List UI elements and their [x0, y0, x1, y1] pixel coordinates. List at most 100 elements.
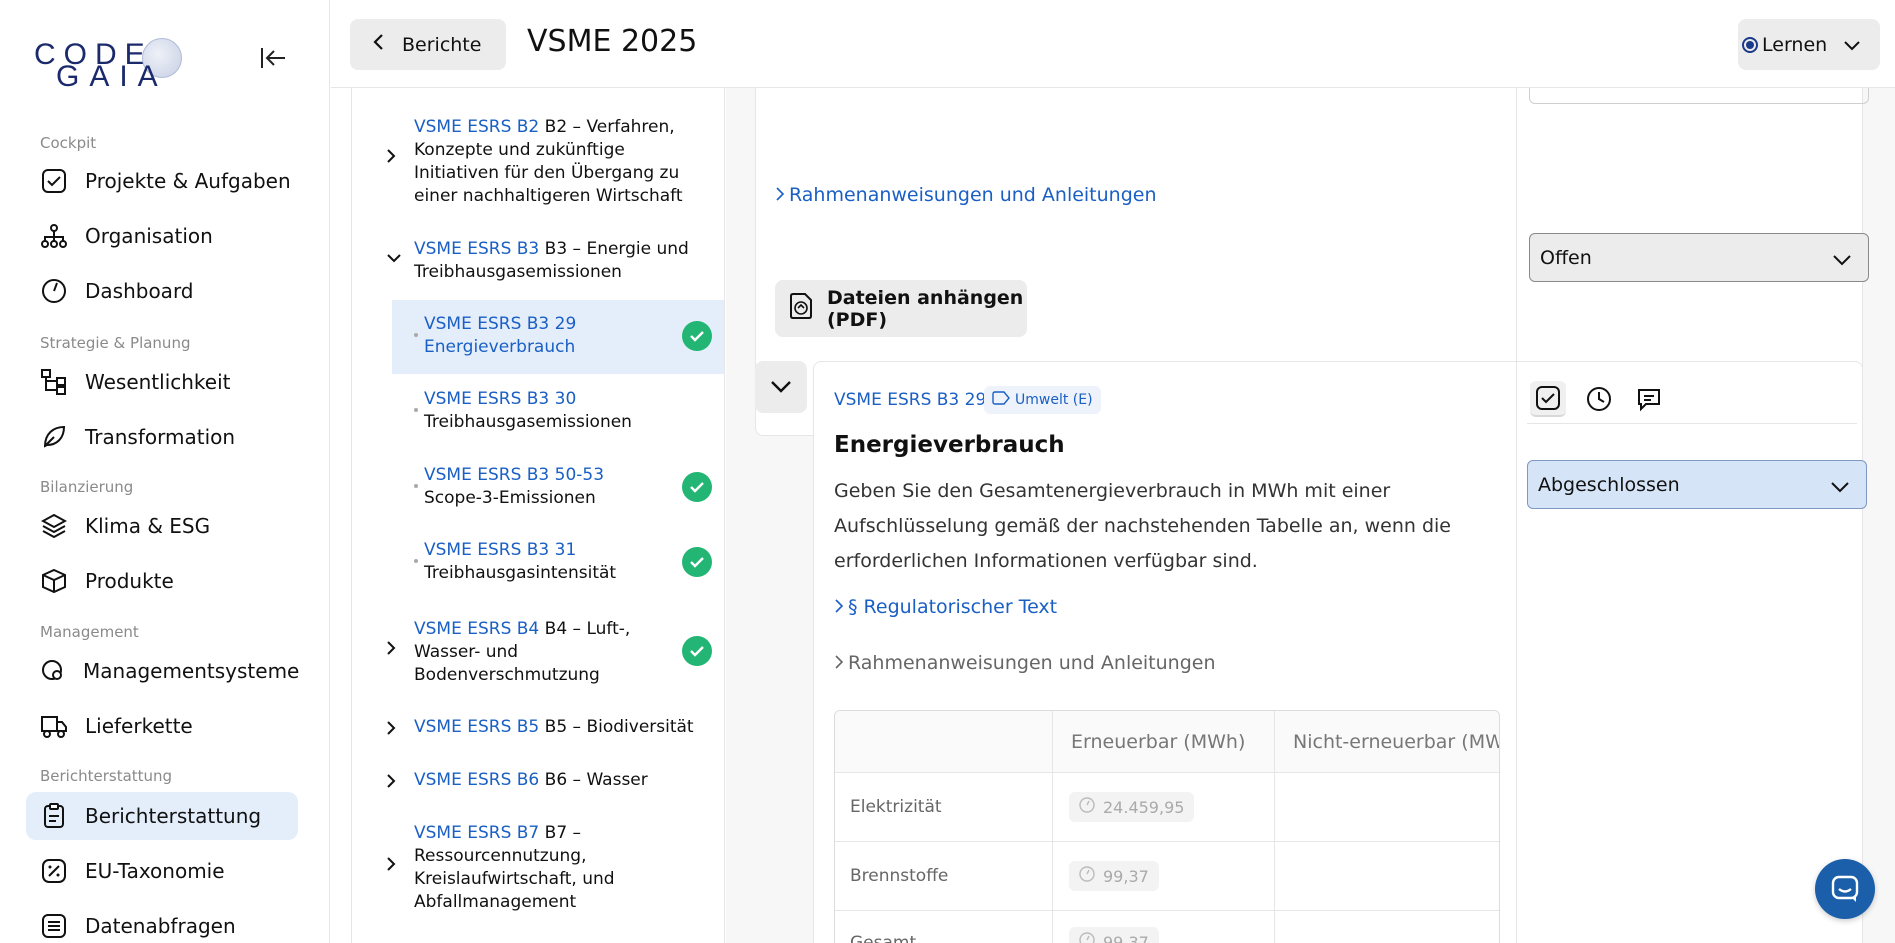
tree-item-b3[interactable]: VSME ESRS B3 B3 – Energie und Treibhausg…	[352, 238, 724, 284]
section-management: Management	[40, 623, 139, 641]
card-tools	[1527, 376, 1857, 424]
upload-file-icon	[787, 292, 815, 325]
list-icon	[40, 912, 68, 940]
sidebar-item-berichterstattung[interactable]: Berichterstattung	[26, 792, 298, 840]
sidebar-item-transformation[interactable]: Transformation	[26, 413, 298, 461]
attach-pdf-button[interactable]: Dateien anhängen (PDF)	[775, 280, 1027, 337]
tag-icon	[992, 391, 1010, 409]
chat-icon	[1831, 875, 1859, 902]
main-content: Rahmenanweisungen und Anleitungen Dateie…	[726, 88, 1895, 943]
column-header-renewable: Erneuerbar (MWh)	[1053, 711, 1275, 772]
check-square-icon	[40, 167, 68, 195]
chevron-left-icon	[372, 33, 384, 56]
collapse-card-button[interactable]	[755, 361, 807, 413]
table-row: Elektrizität 24.459,95	[835, 773, 1499, 842]
tree-icon	[40, 368, 68, 396]
completed-check-icon	[682, 472, 712, 502]
assignee-field[interactable]	[1529, 88, 1869, 104]
gauge-icon	[1079, 797, 1095, 817]
value-field[interactable]	[1275, 842, 1499, 910]
box-icon	[40, 567, 68, 595]
chevron-right-icon	[835, 655, 844, 669]
comment-icon[interactable]	[1631, 381, 1667, 417]
status-select-open[interactable]: Offen	[1529, 233, 1869, 282]
gauge-icon	[1079, 866, 1095, 886]
chat-support-button[interactable]	[1815, 859, 1875, 919]
chevron-down-icon	[1843, 34, 1861, 56]
chevron-right-icon	[835, 599, 844, 613]
guidance-link[interactable]: Rahmenanweisungen und Anleitungen	[775, 184, 1157, 206]
value-field[interactable]: 24.459,95	[1069, 792, 1195, 822]
topbar: Berichte VSME 2025 Lernen	[331, 0, 1895, 88]
value-field[interactable]: 99,37	[1069, 861, 1159, 891]
clock-history-icon[interactable]	[1581, 381, 1617, 417]
completed-check-icon	[682, 321, 712, 351]
sidebar-item-produkte[interactable]: Produkte	[26, 557, 298, 605]
gauge-icon	[40, 277, 68, 305]
chevron-right-icon[interactable]	[386, 148, 396, 168]
table-row: Brennstoffe 99,37	[835, 842, 1499, 911]
section-bilanzierung: Bilanzierung	[40, 478, 134, 496]
sidebar: CODE GAIA Cockpit Projekte & Aufgaben Or…	[0, 0, 330, 943]
page-title: VSME 2025	[527, 24, 698, 59]
sidebar-item-dashboard[interactable]: Dashboard	[26, 267, 298, 315]
status-select-completed[interactable]: Abgeschlossen	[1527, 460, 1867, 509]
sidebar-item-lieferkette[interactable]: Lieferkette	[26, 702, 298, 750]
radio-icon	[1742, 36, 1758, 53]
tree-item-b3-50-53[interactable]: VSME ESRS B3 50-53 Scope-3-Emissionen	[352, 464, 724, 510]
codegaia-logo[interactable]: CODE GAIA	[34, 38, 184, 93]
chevron-right-icon[interactable]	[386, 720, 396, 740]
chevron-down-icon	[771, 381, 791, 393]
column-header-nonrenewable: Nicht-erneuerbar (MW	[1293, 730, 1500, 753]
sidebar-item-managementsysteme[interactable]: Managementsysteme	[26, 647, 299, 695]
requirement-card-energieverbrauch: VSME ESRS B3 29 Umwelt (E) Energieverbra…	[813, 361, 1867, 943]
tree-item-b6[interactable]: VSME ESRS B6 B6 – Wasser	[352, 769, 724, 795]
energy-table: Erneuerbar (MWh) Nicht-erneuerbar (MW El…	[834, 710, 1500, 943]
app-root: CODE GAIA Cockpit Projekte & Aufgaben Or…	[0, 0, 1895, 943]
checklist-tab-icon[interactable]	[1530, 381, 1566, 417]
truck-icon	[40, 712, 68, 740]
table-header-row: Erneuerbar (MWh) Nicht-erneuerbar (MW	[835, 711, 1500, 773]
leaf-icon	[40, 423, 68, 451]
chevron-down-icon[interactable]	[386, 248, 402, 267]
search-gear-icon	[40, 657, 66, 685]
chevron-down-icon	[1830, 476, 1850, 498]
guidance-link[interactable]: Rahmenanweisungen und Anleitungen	[834, 652, 1216, 674]
sidebar-item-datenabfragen[interactable]: Datenabfragen	[26, 902, 298, 943]
chevron-right-icon[interactable]	[386, 773, 396, 793]
chevron-right-icon[interactable]	[386, 640, 396, 660]
chevron-right-icon[interactable]	[386, 856, 396, 876]
percent-icon	[40, 857, 68, 885]
requirements-tree: VSME ESRS B2 B2 – Verfahren, Konzepte un…	[351, 88, 725, 943]
back-to-reports-button[interactable]: Berichte	[350, 19, 506, 70]
completed-check-icon	[682, 636, 712, 666]
chevron-right-icon	[776, 187, 785, 201]
table-row: Gesamt 99,37	[835, 911, 1499, 943]
sidebar-item-eu-taxonomie[interactable]: EU-Taxonomie	[26, 847, 298, 895]
value-field[interactable]: 99,37	[1069, 927, 1159, 943]
requirement-description: Geben Sie den Gesamtenergieverbrauch in …	[834, 480, 1451, 572]
sidebar-item-projekte[interactable]: Projekte & Aufgaben	[26, 157, 298, 205]
value-field[interactable]	[1275, 773, 1499, 841]
gauge-icon	[1079, 932, 1095, 943]
regulatory-text-link[interactable]: § Regulatorischer Text	[834, 596, 1057, 618]
sidebar-item-organisation[interactable]: Organisation	[26, 212, 298, 260]
sidebar-item-wesentlichkeit[interactable]: Wesentlichkeit	[26, 358, 298, 406]
tree-item-b2[interactable]: VSME ESRS B2 B2 – Verfahren, Konzepte un…	[352, 116, 724, 206]
org-chart-icon	[40, 222, 68, 250]
tree-item-b7[interactable]: VSME ESRS B7 B7 – Ressourcennutzung, Kre…	[352, 822, 724, 916]
sidebar-item-klima[interactable]: Klima & ESG	[26, 502, 298, 550]
learn-mode-dropdown[interactable]: Lernen	[1738, 19, 1880, 70]
tree-item-b3-31[interactable]: VSME ESRS B3 31 Treibhausgasintensität	[352, 539, 724, 585]
section-strategie: Strategie & Planung	[40, 334, 191, 352]
tree-item-b3-30[interactable]: VSME ESRS B3 30 Treibhausgasemissionen	[352, 388, 724, 434]
requirement-title: Energieverbrauch	[834, 432, 1065, 458]
layers-icon	[40, 512, 68, 540]
tree-item-b3-29[interactable]: VSME ESRS B3 29 Energieverbrauch	[352, 313, 724, 359]
tree-item-b5[interactable]: VSME ESRS B5 B5 – Biodiversität	[352, 716, 724, 742]
requirement-code: VSME ESRS B3 29	[834, 390, 987, 410]
section-berichterstattung: Berichterstattung	[40, 767, 173, 785]
collapse-sidebar-icon[interactable]	[258, 46, 288, 76]
category-tag: Umwelt (E)	[984, 386, 1101, 414]
tree-item-b4[interactable]: VSME ESRS B4 B4 – Luft-, Wasser- und Bod…	[352, 618, 724, 688]
